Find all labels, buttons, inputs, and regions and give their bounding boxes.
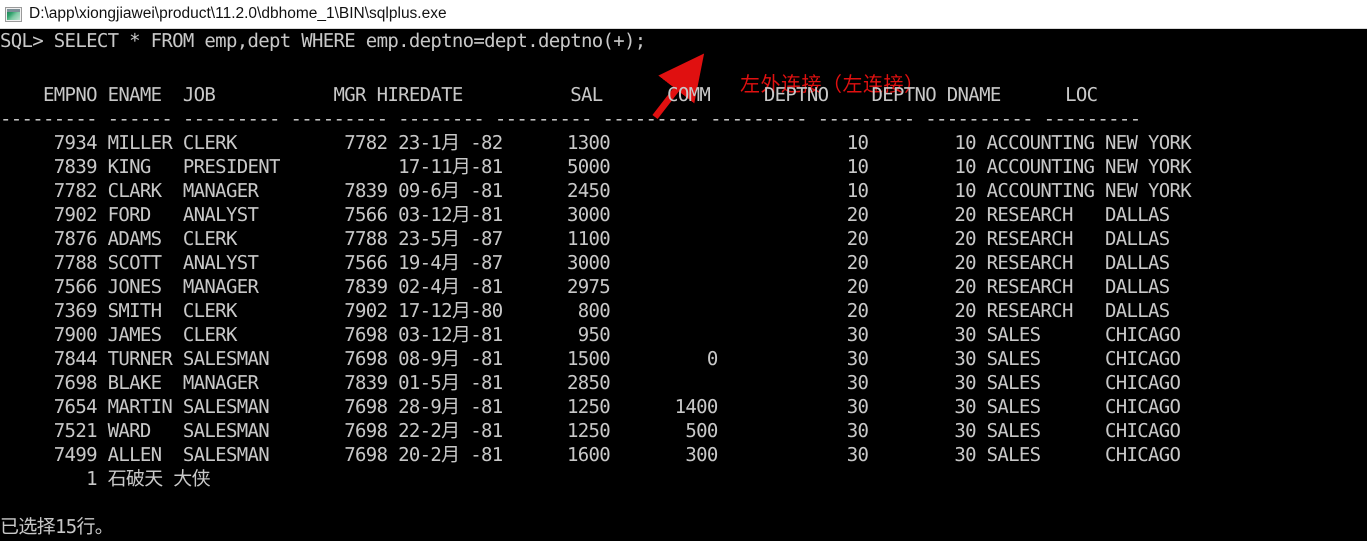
table-header-row: EMPNO ENAME JOB MGR HIREDATE SAL COMM DE… xyxy=(0,84,1098,106)
console-window-icon xyxy=(5,6,22,22)
table-row: 7499 ALLEN SALESMAN 7698 20-2月 -81 1600 … xyxy=(0,444,1181,466)
terminal-prompt-line: SQL> SELECT * FROM emp,dept WHERE emp.de… xyxy=(0,30,646,52)
table-row: 7844 TURNER SALESMAN 7698 08-9月 -81 1500… xyxy=(0,348,1181,370)
table-row: 7839 KING PRESIDENT 17-11月-81 5000 10 10… xyxy=(0,156,1192,178)
table-row: 7934 MILLER CLERK 7782 23-1月 -82 1300 10… xyxy=(0,132,1192,154)
table-row: 1 石破天 大侠 xyxy=(0,468,211,490)
table-row: 7876 ADAMS CLERK 7788 23-5月 -87 1100 20 … xyxy=(0,228,1170,250)
terminal-console[interactable]: SQL> SELECT * FROM emp,dept WHERE emp.de… xyxy=(0,29,1367,541)
table-row: 7369 SMITH CLERK 7902 17-12月-80 800 20 2… xyxy=(0,300,1170,322)
console-window-icon-titlebar-strip xyxy=(7,8,20,12)
table-row: 7900 JAMES CLERK 7698 03-12月-81 950 30 3… xyxy=(0,324,1181,346)
table-row: 7566 JONES MANAGER 7839 02-4月 -81 2975 2… xyxy=(0,276,1170,298)
table-row: 7654 MARTIN SALESMAN 7698 28-9月 -81 1250… xyxy=(0,396,1181,418)
table-row: 7521 WARD SALESMAN 7698 22-2月 -81 1250 5… xyxy=(0,420,1181,442)
window-title-bar: D:\app\xiongjiawei\product\11.2.0\dbhome… xyxy=(0,0,1367,29)
table-row: 7782 CLARK MANAGER 7839 09-6月 -81 2450 1… xyxy=(0,180,1192,202)
result-count-message: 已选择15行。 xyxy=(0,516,114,538)
table-row: 7698 BLAKE MANAGER 7839 01-5月 -81 2850 3… xyxy=(0,372,1181,394)
table-separator-row: --------- ------ --------- --------- ---… xyxy=(0,108,1141,130)
window-title-text: D:\app\xiongjiawei\product\11.2.0\dbhome… xyxy=(29,5,447,22)
table-row: 7788 SCOTT ANALYST 7566 19-4月 -87 3000 2… xyxy=(0,252,1170,274)
table-row: 7902 FORD ANALYST 7566 03-12月-81 3000 20… xyxy=(0,204,1170,226)
